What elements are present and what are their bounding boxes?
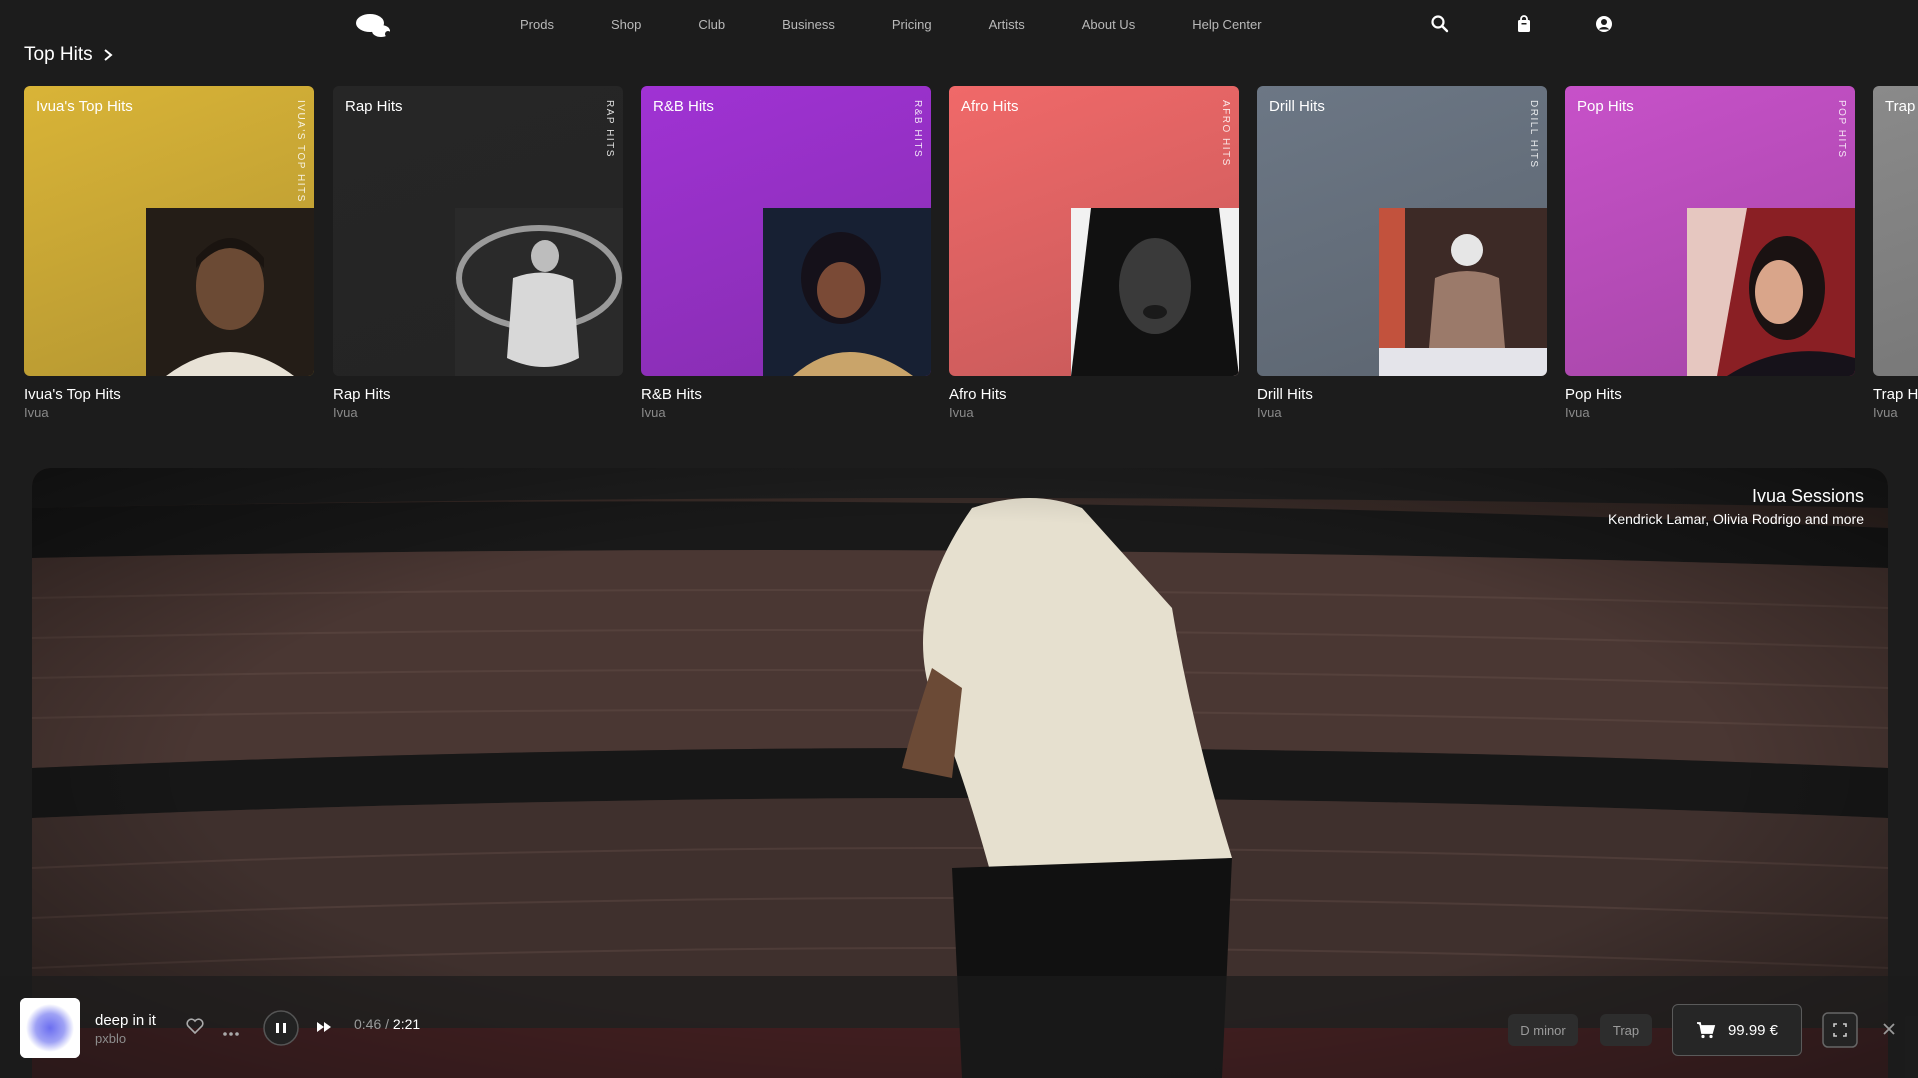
chevron-right-icon xyxy=(104,49,113,61)
card-subtitle: Ivua xyxy=(1565,405,1590,420)
playlist-card[interactable]: Afro Hits AFRO HITS Afro Hits Ivua xyxy=(949,86,1239,420)
cover-photo xyxy=(146,208,314,376)
genre-badge[interactable]: Trap xyxy=(1600,1014,1652,1046)
buy-button[interactable]: 99.99 € xyxy=(1672,1004,1802,1056)
nav-link-business[interactable]: Business xyxy=(782,17,835,32)
cover-photo xyxy=(1071,208,1239,376)
card-subtitle: Ivua xyxy=(333,405,358,420)
nav-link-about-us[interactable]: About Us xyxy=(1082,17,1135,32)
card-title: Pop Hits xyxy=(1565,386,1622,403)
fullscreen-button[interactable] xyxy=(1822,1012,1858,1053)
cover-vertical-label: AFRO HITS xyxy=(1220,100,1231,167)
card-title: Afro Hits xyxy=(949,386,1007,403)
player-bar: deep in it pxblo 0:46 / 2:21 D minor Tra… xyxy=(0,976,1918,1078)
playlist-cover: Afro Hits AFRO HITS xyxy=(949,86,1239,376)
top-hits-carousel: Ivua's Top Hits IVUA'S TOP HITS Ivua's T… xyxy=(24,86,1918,426)
time-separator: / xyxy=(385,1016,390,1032)
playlist-cover: Pop Hits POP HITS xyxy=(1565,86,1855,376)
price-label: 99.99 € xyxy=(1727,1021,1779,1039)
heart-icon[interactable] xyxy=(186,1018,204,1039)
close-icon[interactable] xyxy=(1882,1022,1896,1041)
track-artwork[interactable] xyxy=(20,998,80,1058)
cover-title: Trap xyxy=(1885,98,1916,115)
playlist-cover: R&B Hits R&B HITS xyxy=(641,86,931,376)
playlist-cover: Rap Hits RAP HITS xyxy=(333,86,623,376)
bag-icon[interactable] xyxy=(1514,14,1534,34)
cart-icon xyxy=(1696,1022,1716,1039)
cover-title: Ivua's Top Hits xyxy=(36,98,133,115)
card-subtitle: Ivua xyxy=(24,405,49,420)
logo-icon[interactable] xyxy=(354,12,392,38)
cover-title: Drill Hits xyxy=(1269,98,1325,115)
cover-vertical-label: POP HITS xyxy=(1836,100,1847,159)
card-title: Ivua's Top Hits xyxy=(24,386,121,403)
cover-photo xyxy=(1687,208,1855,376)
cover-photo xyxy=(455,208,623,376)
playlist-card[interactable]: Ivua's Top Hits IVUA'S TOP HITS Ivua's T… xyxy=(24,86,314,420)
card-subtitle: Ivua xyxy=(1873,405,1898,420)
top-hits-heading[interactable]: Top Hits xyxy=(24,44,113,66)
playlist-cover: Trap xyxy=(1873,86,1918,376)
cover-photo xyxy=(1379,208,1547,376)
pause-button[interactable] xyxy=(263,1010,299,1051)
card-title: Drill Hits xyxy=(1257,386,1313,403)
nav-link-prods[interactable]: Prods xyxy=(520,17,554,32)
search-icon[interactable] xyxy=(1430,14,1450,34)
card-title: Rap Hits xyxy=(333,386,391,403)
track-info: deep in it pxblo xyxy=(95,1012,156,1046)
skip-forward-icon[interactable] xyxy=(316,1020,332,1039)
cover-photo xyxy=(763,208,931,376)
card-subtitle: Ivua xyxy=(1257,405,1282,420)
track-artist[interactable]: pxblo xyxy=(95,1031,156,1046)
nav-icons xyxy=(1430,14,1614,34)
cover-vertical-label: DRILL HITS xyxy=(1528,100,1539,169)
cover-title: Pop Hits xyxy=(1577,98,1634,115)
playlist-card[interactable]: Pop Hits POP HITS Pop Hits Ivua xyxy=(1565,86,1855,420)
cover-vertical-label: IVUA'S TOP HITS xyxy=(295,100,306,203)
playlist-card[interactable]: Trap Trap Hi Ivua xyxy=(1873,86,1918,420)
nav-link-club[interactable]: Club xyxy=(698,17,725,32)
section-title-text: Top Hits xyxy=(24,44,93,65)
elapsed-time: 0:46 xyxy=(354,1016,382,1032)
account-icon[interactable] xyxy=(1594,14,1614,34)
playlist-cover: Drill Hits DRILL HITS xyxy=(1257,86,1547,376)
playback-time: 0:46 / 2:21 xyxy=(354,1016,420,1032)
top-navigation: Prods Shop Club Business Pricing Artists… xyxy=(0,0,1918,48)
card-subtitle: Ivua xyxy=(949,405,974,420)
card-subtitle: Ivua xyxy=(641,405,666,420)
more-options-icon[interactable] xyxy=(222,1024,240,1042)
track-name[interactable]: deep in it xyxy=(95,1012,156,1029)
playlist-card[interactable]: R&B Hits R&B HITS R&B Hits Ivua xyxy=(641,86,931,420)
playlist-card[interactable]: Drill Hits DRILL HITS Drill Hits Ivua xyxy=(1257,86,1547,420)
nav-link-artists[interactable]: Artists xyxy=(989,17,1025,32)
cover-title: Rap Hits xyxy=(345,98,403,115)
video-caption: Ivua Sessions Kendrick Lamar, Olivia Rod… xyxy=(1608,486,1864,527)
nav-link-pricing[interactable]: Pricing xyxy=(892,17,932,32)
playlist-cover: Ivua's Top Hits IVUA'S TOP HITS xyxy=(24,86,314,376)
nav-links: Prods Shop Club Business Pricing Artists… xyxy=(520,0,1319,48)
cover-title: R&B Hits xyxy=(653,98,714,115)
card-title: R&B Hits xyxy=(641,386,702,403)
cover-title: Afro Hits xyxy=(961,98,1019,115)
cover-vertical-label: RAP HITS xyxy=(604,100,615,158)
playlist-card[interactable]: Rap Hits RAP HITS Rap Hits Ivua xyxy=(333,86,623,420)
nav-link-shop[interactable]: Shop xyxy=(611,17,641,32)
video-subtitle: Kendrick Lamar, Olivia Rodrigo and more xyxy=(1607,511,1864,527)
nav-link-help-center[interactable]: Help Center xyxy=(1192,17,1261,32)
total-time: 2:21 xyxy=(392,1016,421,1032)
card-title: Trap Hi xyxy=(1873,386,1918,403)
key-badge[interactable]: D minor xyxy=(1508,1014,1578,1046)
cover-vertical-label: R&B HITS xyxy=(912,100,923,159)
video-title: Ivua Sessions xyxy=(1751,486,1864,506)
